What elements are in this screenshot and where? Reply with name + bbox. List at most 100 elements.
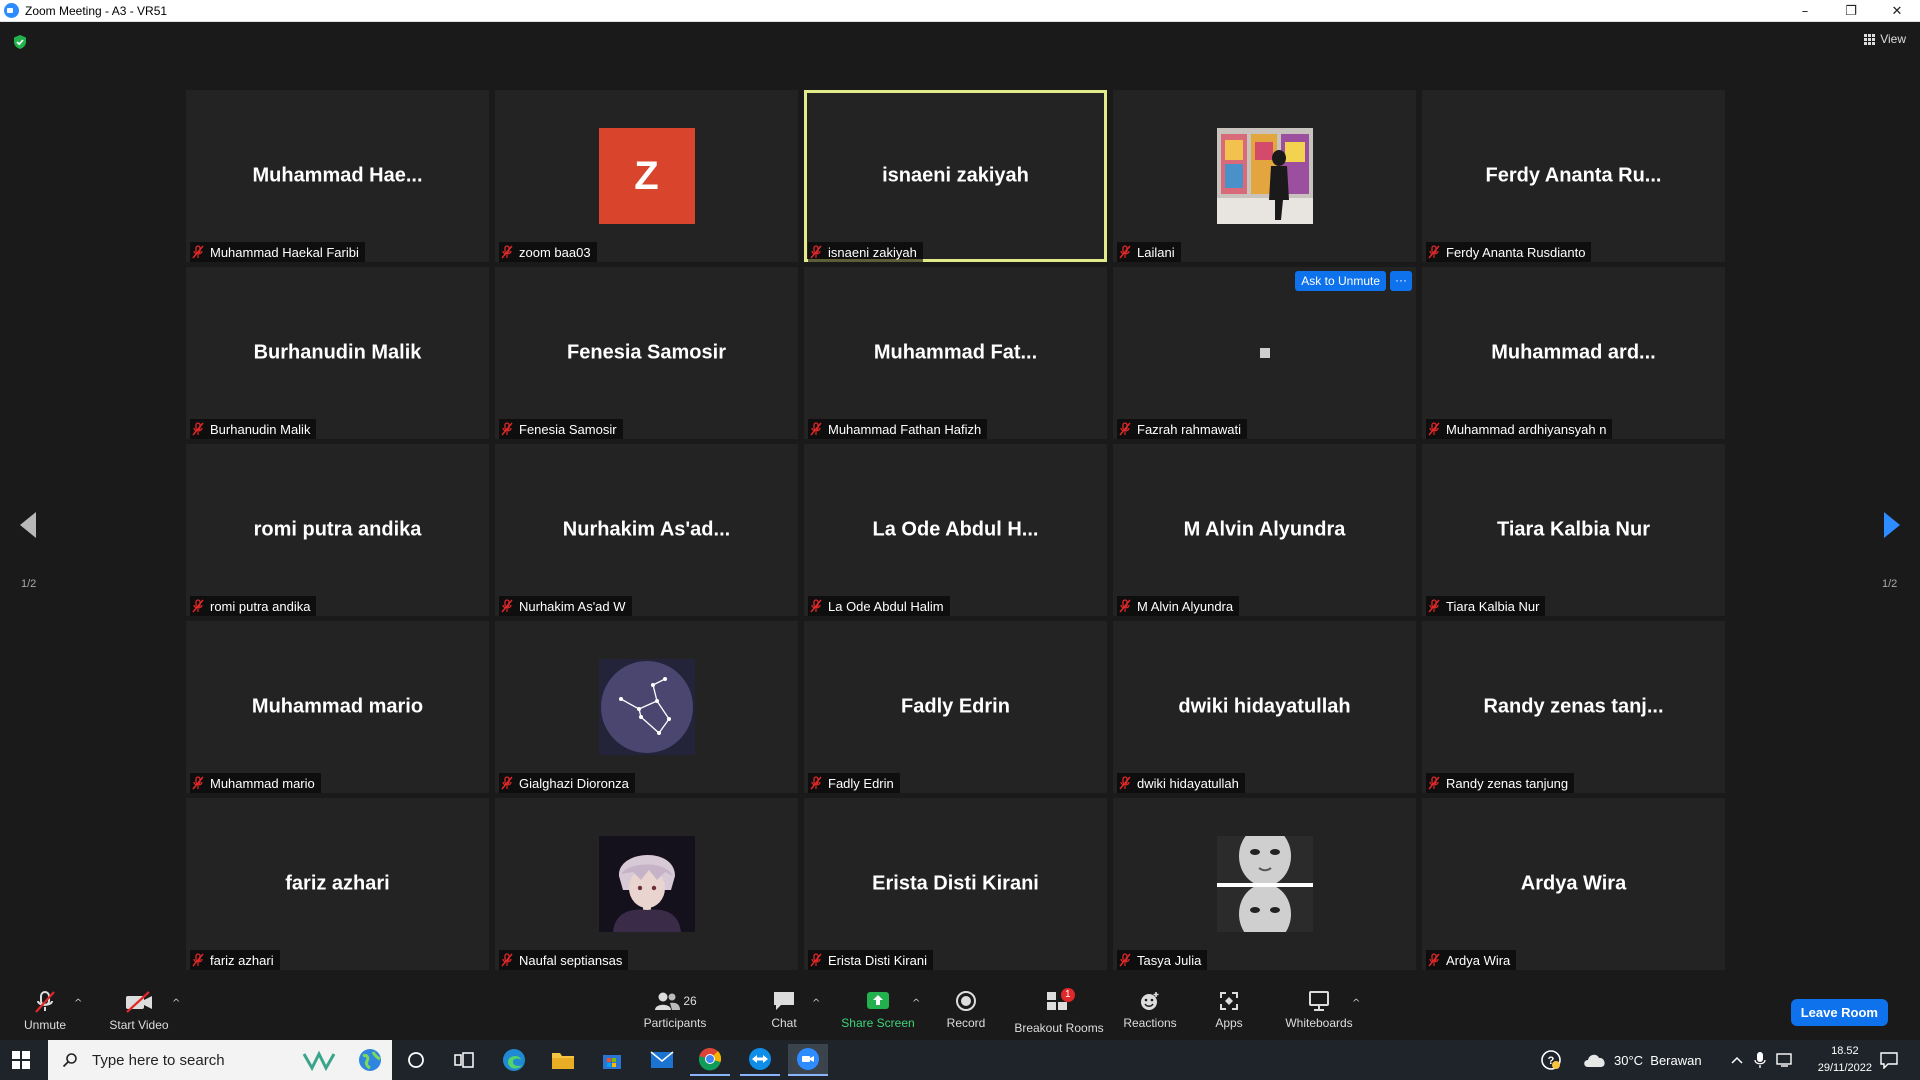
participant-display-name: Burhanudin Malik (253, 341, 422, 364)
notifications-icon[interactable] (1880, 1040, 1898, 1080)
participant-tile[interactable]: Randy zenas tanj... Randy zenas tanjung (1422, 621, 1725, 793)
taskbar-clock[interactable]: 18.52 29/11/2022 (1818, 1043, 1872, 1077)
help-icon[interactable]: ? (1540, 1040, 1562, 1080)
apps-button[interactable]: Apps (1211, 980, 1247, 1040)
participant-tile[interactable]: Erista Disti Kirani Erista Disti Kirani (804, 798, 1107, 970)
participants-label: Participants (643, 1016, 707, 1030)
participant-name-label: dwiki hidayatullah (1137, 775, 1239, 791)
participant-name-tag: zoom baa03 (499, 242, 597, 262)
breakout-rooms-label: Breakout Rooms (1014, 1021, 1104, 1035)
start-video-label: Start Video (109, 1018, 169, 1032)
audio-options-caret-icon[interactable]: ^ (74, 998, 82, 1009)
participant-name-tag: Ferdy Ananta Rusdianto (1426, 242, 1592, 262)
unmute-label: Unmute (23, 1018, 67, 1032)
participant-tile[interactable]: Ferdy Ananta Ru... Ferdy Ananta Rusdianto (1422, 90, 1725, 262)
close-button[interactable]: ✕ (1874, 0, 1920, 22)
ask-to-unmute-button[interactable]: Ask to Unmute (1295, 271, 1386, 291)
participant-tile[interactable]: Tasya Julia (1113, 798, 1416, 970)
previous-page-arrow-icon[interactable] (18, 510, 38, 540)
view-button[interactable]: View (1864, 32, 1906, 46)
zoom-taskbar-icon[interactable] (788, 1044, 828, 1076)
mail-icon[interactable] (642, 1044, 682, 1076)
participant-tile[interactable]: Muhammad Fat... Muhammad Fathan Hafizh (804, 267, 1107, 439)
participant-tile[interactable]: Lailani (1113, 90, 1416, 262)
file-explorer-icon[interactable] (543, 1044, 583, 1076)
restore-button[interactable]: ❐ (1828, 0, 1874, 22)
participant-name-tag: Ardya Wira (1426, 950, 1517, 970)
participant-tile[interactable]: La Ode Abdul H... La Ode Abdul Halim (804, 444, 1107, 616)
participant-tile[interactable]: Burhanudin Malik Burhanudin Malik (186, 267, 489, 439)
participant-tile[interactable]: isnaeni zakiyah isnaeni zakiyah (804, 90, 1107, 262)
participant-tile[interactable]: Gialghazi Dioronza (495, 621, 798, 793)
clock-time: 18.52 (1831, 1045, 1859, 1057)
video-options-caret-icon[interactable]: ^ (172, 998, 180, 1009)
cloudy-weather-icon (1584, 1054, 1605, 1067)
participant-gallery: Muhammad Hae... Muhammad Haekal Faribi Zzo… (186, 90, 1734, 980)
profile-photo (598, 836, 695, 932)
whiteboards-button[interactable]: Whiteboards (1283, 980, 1355, 1040)
participant-name-tag: Muhammad mario (190, 773, 321, 793)
start-video-button[interactable]: Start Video (104, 980, 174, 1040)
chrome-icon[interactable] (690, 1044, 730, 1076)
participant-name-tag: Nurhakim As'ad W (499, 596, 632, 616)
share-screen-label: Share Screen (841, 1016, 915, 1030)
participant-tile[interactable]: Fenesia Samosir Fenesia Samosir (495, 267, 798, 439)
mic-muted-icon (192, 776, 204, 790)
participant-tile[interactable]: dwiki hidayatullah dwiki hidayatullah (1113, 621, 1416, 793)
microphone-tray-icon[interactable] (1754, 1040, 1766, 1080)
taskbar-search-box[interactable]: Type here to search (48, 1040, 392, 1080)
participant-tile[interactable]: Nurhakim As'ad... Nurhakim As'ad W (495, 444, 798, 616)
participant-display-name: dwiki hidayatullah (1178, 695, 1351, 718)
participant-tile[interactable]: Fadly Edrin Fadly Edrin (804, 621, 1107, 793)
show-hidden-icons-chevron-icon[interactable] (1730, 1040, 1744, 1080)
participants-icon (655, 992, 681, 1010)
minimize-button[interactable]: – (1782, 0, 1828, 22)
reactions-button[interactable]: Reactions (1122, 980, 1178, 1040)
participant-tile[interactable]: Muhammad mario Muhammad mario (186, 621, 489, 793)
video-off-icon (126, 991, 152, 1013)
record-button[interactable]: Record (940, 980, 992, 1040)
search-icon (62, 1053, 77, 1068)
participant-name-label: Muhammad mario (210, 775, 315, 791)
participant-tile[interactable]: Ask to Unmute ··· Fazrah rahmawati (1113, 267, 1416, 439)
participant-display-name: Ferdy Ananta Ru... (1485, 164, 1662, 187)
participant-tile[interactable]: Tiara Kalbia Nur Tiara Kalbia Nur (1422, 444, 1725, 616)
chat-options-caret-icon[interactable]: ^ (812, 998, 820, 1009)
encryption-shield-icon[interactable] (12, 34, 28, 50)
participant-tile[interactable]: Zzoom baa03 (495, 90, 798, 262)
whiteboards-label: Whiteboards (1285, 1016, 1353, 1030)
mic-muted-icon (1428, 422, 1440, 436)
participant-name-label: Fadly Edrin (828, 775, 894, 791)
network-icon[interactable] (1776, 1040, 1796, 1080)
participant-tile[interactable]: Muhammad Hae... Muhammad Haekal Faribi (186, 90, 489, 262)
record-icon (956, 991, 976, 1011)
edge-browser-icon[interactable] (494, 1044, 534, 1076)
more-options-button[interactable]: ··· (1390, 271, 1412, 291)
globe-icon (359, 1049, 381, 1071)
participant-tile[interactable]: Ardya Wira Ardya Wira (1422, 798, 1725, 970)
participant-name-label: fariz azhari (210, 952, 274, 968)
breakout-rooms-button[interactable]: 1 Breakout Rooms (1013, 980, 1105, 1040)
share-screen-button[interactable]: Share Screen (838, 980, 918, 1040)
teamviewer-icon[interactable] (740, 1044, 780, 1076)
participant-tile[interactable]: Naufal septiansas (495, 798, 798, 970)
unmute-button[interactable]: Unmute (20, 980, 70, 1040)
microsoft-store-icon[interactable] (592, 1044, 632, 1076)
leave-room-button[interactable]: Leave Room (1790, 999, 1888, 1026)
next-page-arrow-icon[interactable] (1882, 510, 1902, 540)
participants-button[interactable]: 26 Participants (638, 980, 712, 1040)
task-view-icon[interactable] (444, 1044, 484, 1076)
participant-tile[interactable]: M Alvin Alyundra M Alvin Alyundra (1113, 444, 1416, 616)
whiteboard-options-caret-icon[interactable]: ^ (1352, 998, 1360, 1009)
mic-muted-icon (810, 599, 822, 613)
chat-button[interactable]: Chat (764, 980, 804, 1040)
cortana-icon[interactable] (396, 1044, 436, 1076)
share-options-caret-icon[interactable]: ^ (912, 998, 920, 1009)
participant-name-tag: Fenesia Samosir (499, 419, 623, 439)
weather-text: 30°C Berawan (1614, 1052, 1702, 1068)
weather-widget[interactable]: 30°C Berawan (1582, 1040, 1702, 1080)
windows-start-icon[interactable] (12, 1051, 30, 1069)
participant-tile[interactable]: romi putra andika romi putra andika (186, 444, 489, 616)
participant-tile[interactable]: fariz azhari fariz azhari (186, 798, 489, 970)
participant-tile[interactable]: Muhammad ard... Muhammad ardhiyansyah n (1422, 267, 1725, 439)
